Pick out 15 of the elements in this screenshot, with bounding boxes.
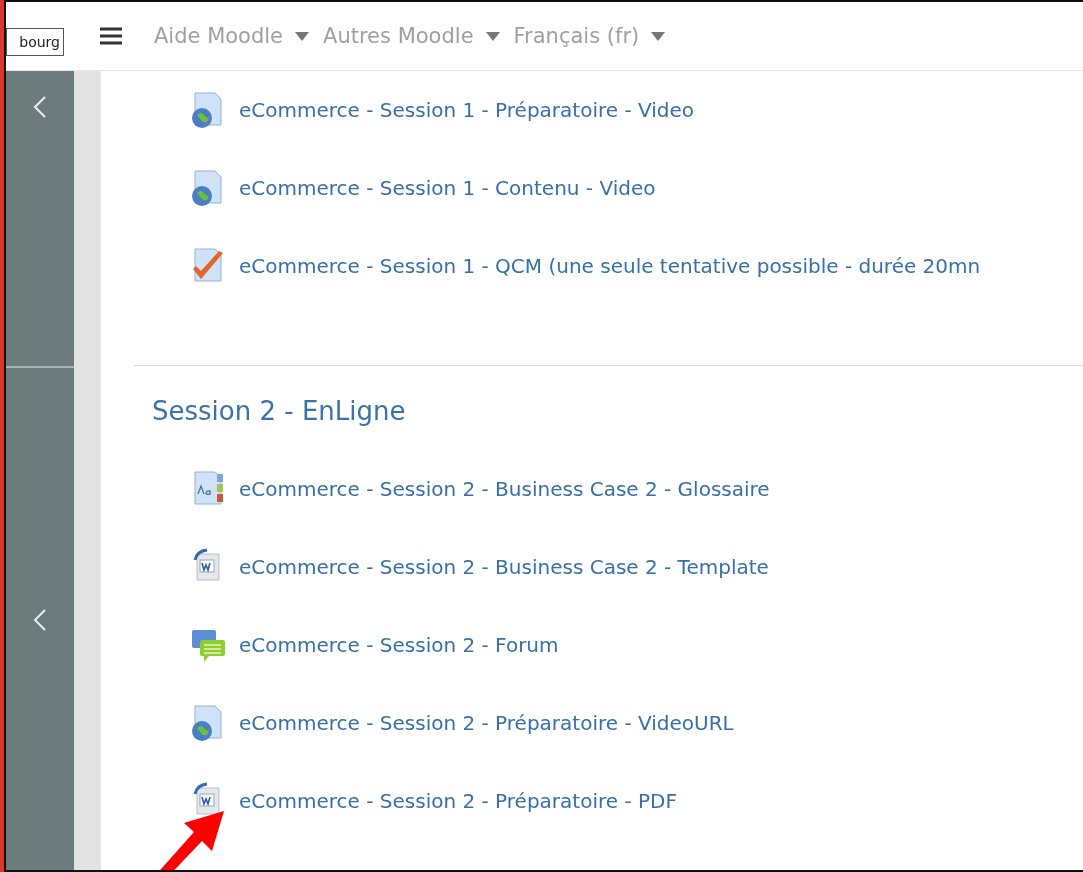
chevron-left-icon[interactable] [33, 608, 47, 632]
activity-link[interactable]: eCommerce - Session 2 - Business Case 2 - Template [191, 528, 1083, 606]
chevron-left-icon[interactable] [33, 95, 47, 119]
caret-icon [651, 31, 666, 41]
activity-link[interactable]: eCommerce - Session 2 - Préparatoire - PDF [191, 762, 1083, 840]
caret-icon [485, 31, 500, 41]
activity-link[interactable]: eCommerce - Session 1 - QCM (une seule tentative possible - durée 20mn [191, 227, 1083, 305]
section-heading: Session 2 - EnLigne [152, 396, 407, 426]
activity-link[interactable]: eCommerce - Session 2 - Business Case 2 - Glossaire [191, 450, 1083, 528]
location-label: bourg [6, 28, 64, 56]
activity-link[interactable]: eCommerce - Session 2 - Forum [191, 606, 1083, 684]
activity-link[interactable]: eCommerce - Session 1 - Préparatoire - Video [191, 71, 1083, 149]
activity-link[interactable]: eCommerce - Session 2 - Préparatoire - VideoURL [191, 684, 1083, 762]
caret-icon [295, 31, 310, 41]
activity-link[interactable]: eCommerce - Session 1 - Contenu - Video [191, 149, 1083, 227]
